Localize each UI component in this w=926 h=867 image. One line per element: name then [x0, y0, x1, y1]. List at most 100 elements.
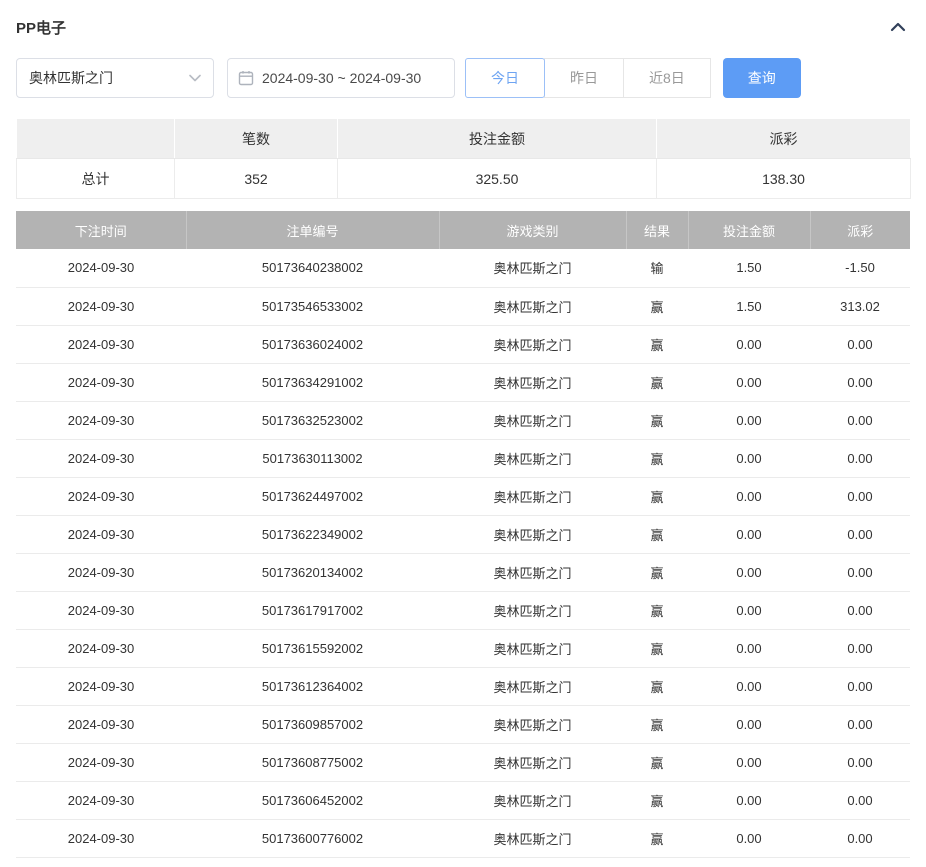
- table-row: 2024-09-3050173609857002奥林匹斯之门赢0.000.00: [16, 705, 910, 743]
- cell-order-id: 50173620134002: [186, 553, 439, 591]
- report-panel: PP电子 奥林匹斯之门 2024-09-30 ~ 2024-09-30 今日: [0, 0, 926, 858]
- cell-bet-amount: 0.00: [688, 325, 810, 363]
- date-range-value: 2024-09-30 ~ 2024-09-30: [262, 70, 421, 86]
- cell-result: 赢: [626, 743, 688, 781]
- cell-bet-amount: 0.00: [688, 515, 810, 553]
- cell-order-id: 50173634291002: [186, 363, 439, 401]
- cell-game: 奥林匹斯之门: [439, 325, 626, 363]
- table-row: 2024-09-3050173617917002奥林匹斯之门赢0.000.00: [16, 591, 910, 629]
- cell-order-id: 50173617917002: [186, 591, 439, 629]
- last-8-days-button[interactable]: 近8日: [623, 58, 711, 98]
- cell-result: 赢: [626, 439, 688, 477]
- summary-total-label: 总计: [17, 159, 175, 199]
- cell-payout: 0.00: [810, 705, 910, 743]
- bet-records-table: 下注时间 注单编号 游戏类别 结果 投注金额 派彩 2024-09-305017…: [16, 211, 910, 858]
- chevron-down-icon: [189, 74, 201, 82]
- cell-result: 赢: [626, 363, 688, 401]
- cell-game: 奥林匹斯之门: [439, 477, 626, 515]
- summary-header-count: 笔数: [175, 119, 338, 159]
- cell-game: 奥林匹斯之门: [439, 667, 626, 705]
- cell-time: 2024-09-30: [16, 781, 186, 819]
- bet-table-body: 2024-09-3050173640238002奥林匹斯之门输1.50-1.50…: [16, 249, 910, 857]
- search-button[interactable]: 查询: [723, 58, 801, 98]
- table-row: 2024-09-3050173620134002奥林匹斯之门赢0.000.00: [16, 553, 910, 591]
- cell-time: 2024-09-30: [16, 667, 186, 705]
- cell-result: 赢: [626, 705, 688, 743]
- cell-game: 奥林匹斯之门: [439, 705, 626, 743]
- cell-order-id: 50173630113002: [186, 439, 439, 477]
- table-header-row: 下注时间 注单编号 游戏类别 结果 投注金额 派彩: [16, 211, 910, 249]
- cell-bet-amount: 0.00: [688, 819, 810, 857]
- cell-bet-amount: 0.00: [688, 781, 810, 819]
- cell-result: 赢: [626, 325, 688, 363]
- cell-order-id: 50173632523002: [186, 401, 439, 439]
- table-row: 2024-09-3050173606452002奥林匹斯之门赢0.000.00: [16, 781, 910, 819]
- cell-result: 赢: [626, 629, 688, 667]
- cell-time: 2024-09-30: [16, 477, 186, 515]
- cell-game: 奥林匹斯之门: [439, 401, 626, 439]
- cell-order-id: 50173612364002: [186, 667, 439, 705]
- cell-order-id: 50173600776002: [186, 819, 439, 857]
- cell-game: 奥林匹斯之门: [439, 439, 626, 477]
- date-range-input[interactable]: 2024-09-30 ~ 2024-09-30: [227, 58, 455, 98]
- cell-order-id: 50173622349002: [186, 515, 439, 553]
- cell-order-id: 50173609857002: [186, 705, 439, 743]
- summary-total-bet-amount: 325.50: [338, 159, 657, 199]
- cell-payout: 0.00: [810, 667, 910, 705]
- col-header-bet-amount: 投注金额: [688, 211, 810, 249]
- cell-payout: 0.00: [810, 553, 910, 591]
- game-select[interactable]: 奥林匹斯之门: [16, 58, 214, 98]
- cell-game: 奥林匹斯之门: [439, 287, 626, 325]
- cell-time: 2024-09-30: [16, 629, 186, 667]
- cell-order-id: 50173615592002: [186, 629, 439, 667]
- table-row: 2024-09-3050173546533002奥林匹斯之门赢1.50313.0…: [16, 287, 910, 325]
- summary-header-bet-amount: 投注金额: [338, 119, 657, 159]
- table-row: 2024-09-3050173615592002奥林匹斯之门赢0.000.00: [16, 629, 910, 667]
- today-button[interactable]: 今日: [465, 58, 545, 98]
- cell-bet-amount: 0.00: [688, 629, 810, 667]
- summary-header-empty: [17, 119, 175, 159]
- cell-payout: 0.00: [810, 363, 910, 401]
- cell-time: 2024-09-30: [16, 705, 186, 743]
- cell-time: 2024-09-30: [16, 591, 186, 629]
- cell-payout: 313.02: [810, 287, 910, 325]
- table-row: 2024-09-3050173624497002奥林匹斯之门赢0.000.00: [16, 477, 910, 515]
- summary-total-row: 总计 352 325.50 138.30: [17, 159, 911, 199]
- cell-game: 奥林匹斯之门: [439, 553, 626, 591]
- cell-payout: 0.00: [810, 819, 910, 857]
- table-row: 2024-09-3050173632523002奥林匹斯之门赢0.000.00: [16, 401, 910, 439]
- cell-game: 奥林匹斯之门: [439, 819, 626, 857]
- cell-time: 2024-09-30: [16, 515, 186, 553]
- cell-result: 赢: [626, 591, 688, 629]
- yesterday-button[interactable]: 昨日: [544, 58, 624, 98]
- cell-game: 奥林匹斯之门: [439, 629, 626, 667]
- table-row: 2024-09-3050173630113002奥林匹斯之门赢0.000.00: [16, 439, 910, 477]
- cell-result: 赢: [626, 401, 688, 439]
- summary-total-payout: 138.30: [657, 159, 911, 199]
- summary-total-count: 352: [175, 159, 338, 199]
- page-title: PP电子: [16, 17, 66, 38]
- col-header-payout: 派彩: [810, 211, 910, 249]
- cell-bet-amount: 0.00: [688, 477, 810, 515]
- table-row: 2024-09-3050173612364002奥林匹斯之门赢0.000.00: [16, 667, 910, 705]
- cell-game: 奥林匹斯之门: [439, 743, 626, 781]
- cell-game: 奥林匹斯之门: [439, 363, 626, 401]
- cell-game: 奥林匹斯之门: [439, 591, 626, 629]
- cell-payout: 0.00: [810, 515, 910, 553]
- cell-payout: 0.00: [810, 629, 910, 667]
- cell-bet-amount: 0.00: [688, 667, 810, 705]
- cell-time: 2024-09-30: [16, 553, 186, 591]
- cell-payout: 0.00: [810, 781, 910, 819]
- summary-table: 笔数 投注金额 派彩 总计 352 325.50 138.30: [16, 118, 911, 199]
- cell-result: 赢: [626, 667, 688, 705]
- cell-time: 2024-09-30: [16, 819, 186, 857]
- collapse-button[interactable]: [886, 15, 910, 39]
- cell-bet-amount: 1.50: [688, 287, 810, 325]
- cell-result: 赢: [626, 553, 688, 591]
- cell-time: 2024-09-30: [16, 439, 186, 477]
- cell-result: 赢: [626, 477, 688, 515]
- cell-order-id: 50173608775002: [186, 743, 439, 781]
- cell-order-id: 50173636024002: [186, 325, 439, 363]
- cell-time: 2024-09-30: [16, 743, 186, 781]
- cell-payout: 0.00: [810, 401, 910, 439]
